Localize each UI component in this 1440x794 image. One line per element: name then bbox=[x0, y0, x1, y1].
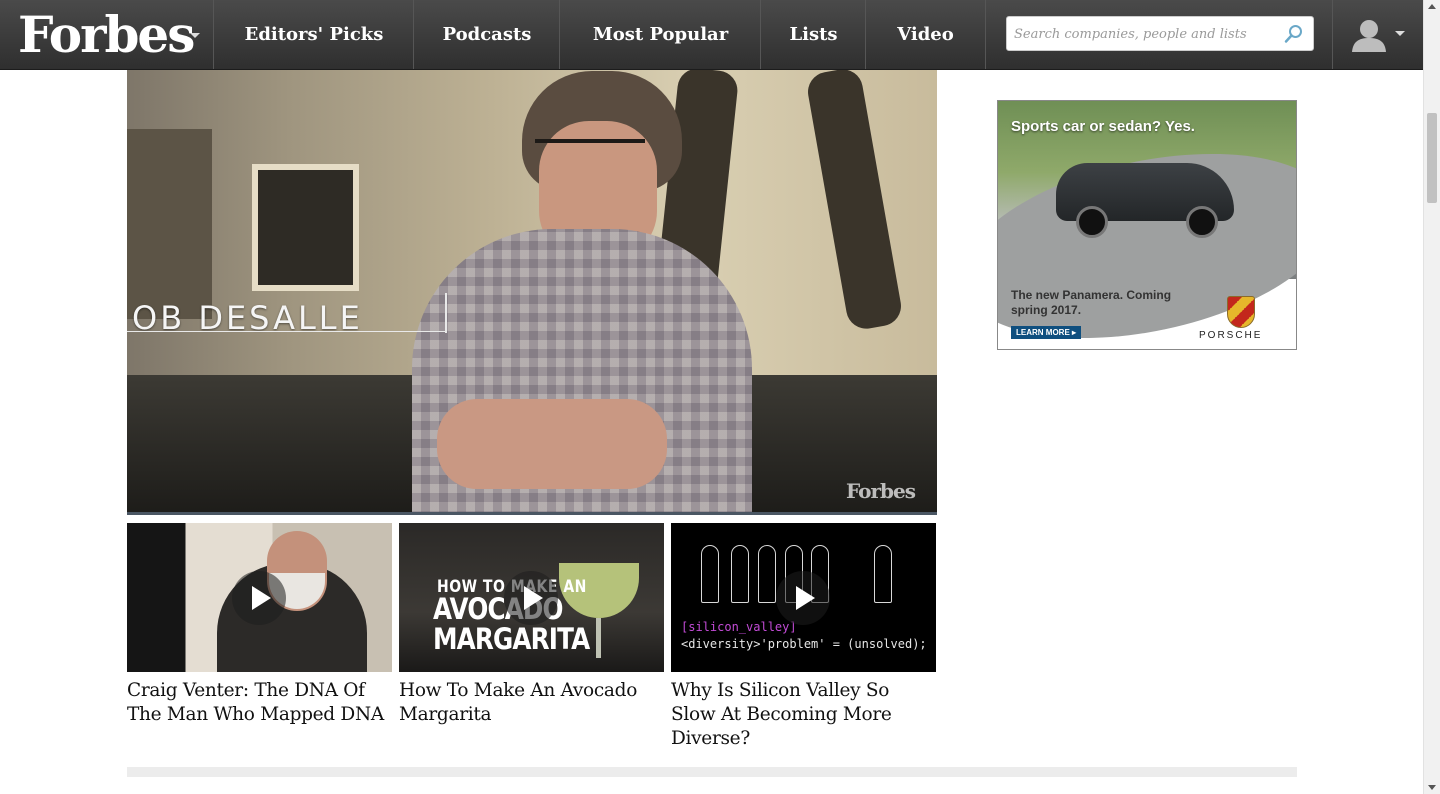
scroll-thumb[interactable] bbox=[1427, 113, 1437, 203]
related-video-title[interactable]: Why Is Silicon Valley So Slow At Becomin… bbox=[671, 679, 939, 751]
logo-dropdown-icon[interactable] bbox=[190, 33, 200, 38]
forbes-watermark: Forbes bbox=[846, 479, 916, 503]
nav-podcasts[interactable]: Podcasts bbox=[413, 0, 560, 69]
ad-copy: The new Panamera. Coming spring 2017. bbox=[1011, 288, 1172, 317]
play-icon bbox=[524, 586, 543, 610]
caption-underline bbox=[127, 331, 447, 332]
section-divider bbox=[127, 767, 1297, 777]
play-button[interactable] bbox=[776, 571, 830, 625]
person-silhouette-icon bbox=[758, 545, 776, 603]
search-box bbox=[1006, 16, 1314, 52]
user-avatar-icon[interactable] bbox=[1351, 18, 1387, 52]
page-scrollbar[interactable] bbox=[1423, 0, 1440, 794]
person-silhouette-icon bbox=[701, 545, 719, 603]
related-video-title[interactable]: How To Make An Avocado Margarita bbox=[399, 679, 667, 727]
scroll-up-icon[interactable] bbox=[1428, 4, 1436, 9]
top-navigation-bar: Forbes Editors' Picks Podcasts Most Popu… bbox=[0, 0, 1423, 70]
nav-video[interactable]: Video bbox=[865, 0, 986, 69]
background-frame bbox=[127, 129, 212, 319]
ad-headline: Sports car or sedan? Yes. bbox=[1011, 118, 1195, 135]
search-icon[interactable] bbox=[1284, 24, 1304, 44]
ad-car-wheel bbox=[1186, 206, 1218, 238]
related-video-title[interactable]: Craig Venter: The DNA Of The Man Who Map… bbox=[127, 679, 395, 727]
user-dropdown-icon[interactable] bbox=[1395, 31, 1405, 36]
play-icon bbox=[796, 586, 815, 610]
fossil-bone bbox=[804, 69, 905, 332]
play-button[interactable] bbox=[232, 571, 286, 625]
related-video-thumbnail[interactable] bbox=[127, 523, 392, 672]
advertisement[interactable]: Sports car or sedan? Yes. The new Paname… bbox=[997, 100, 1297, 350]
caption-tick bbox=[445, 293, 447, 333]
related-video-thumbnail[interactable]: [silicon_valley] <diversity>'problem' = … bbox=[671, 523, 936, 672]
scroll-down-icon[interactable] bbox=[1428, 785, 1436, 790]
ad-learn-more-button[interactable]: LEARN MORE ▸ bbox=[1011, 326, 1082, 339]
nav-lists[interactable]: Lists bbox=[760, 0, 866, 69]
video-player[interactable]: OB DESALLE Forbes bbox=[127, 69, 937, 515]
background-picture bbox=[252, 164, 359, 291]
video-progress-bar[interactable] bbox=[127, 512, 937, 515]
forbes-logo[interactable]: Forbes bbox=[18, 4, 195, 66]
thumbnail-code-line: <diversity>'problem' = (unsolved); bbox=[681, 637, 927, 651]
search-input[interactable] bbox=[1012, 17, 1286, 52]
related-video-thumbnail[interactable]: HOW TO MAKE AN AVOCADO MARGARITA bbox=[399, 523, 664, 672]
play-icon bbox=[252, 586, 271, 610]
ad-car-wheel bbox=[1076, 206, 1108, 238]
thumbnail-code-line: [silicon_valley] bbox=[681, 620, 797, 634]
glass-stem bbox=[596, 618, 601, 658]
porsche-crest-icon bbox=[1227, 296, 1255, 328]
nav-editors-picks[interactable]: Editors' Picks bbox=[213, 0, 414, 69]
play-button[interactable] bbox=[504, 571, 558, 625]
user-menu[interactable] bbox=[1332, 0, 1423, 69]
nav-most-popular[interactable]: Most Popular bbox=[559, 0, 761, 69]
person-silhouette-icon bbox=[731, 545, 749, 603]
person-silhouette-icon bbox=[874, 545, 892, 603]
speaker-glasses bbox=[535, 139, 645, 163]
ad-brand-name: PORSCHE bbox=[1199, 330, 1263, 341]
speaker-hands bbox=[437, 399, 667, 489]
